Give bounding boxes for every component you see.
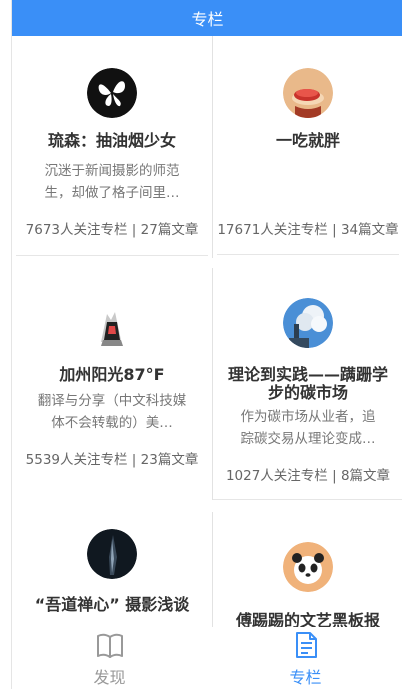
- column-title: “吾道禅心” 摄影浅谈: [34, 595, 190, 614]
- column-title: 理论到实践——蹒跚学步的碳市场: [227, 365, 388, 402]
- column-card-6[interactable]: 傅踢踢的文艺黑板报: [212, 512, 402, 630]
- stats-separator: |: [332, 222, 337, 238]
- card-divider: [217, 254, 399, 255]
- zen-icon: [87, 529, 137, 579]
- followers-count: 7673人关注专栏: [25, 222, 128, 238]
- column-description: 沉迷于新闻摄影的师范生，却做了格子间里…: [44, 163, 180, 201]
- panda-icon: [283, 542, 333, 592]
- column-title: 加州阳光87°F: [59, 365, 165, 384]
- tab-columns[interactable]: 专栏: [208, 627, 402, 689]
- food-icon: [283, 68, 333, 118]
- articles-count: 27篇文章: [140, 222, 199, 238]
- column-stats: 17671人关注专栏 | 34篇文章: [213, 218, 402, 238]
- butterfly-icon: [87, 68, 137, 118]
- column-title: 琉森：抽油烟少女: [47, 131, 176, 150]
- figure-icon: [87, 300, 137, 350]
- column-stats: 1027人关注专栏 | 8篇文章: [213, 464, 402, 484]
- column-stats: 5539人关注专栏 | 23篇文章: [12, 448, 212, 468]
- avatar: [87, 300, 137, 350]
- followers-count: 17671人关注专栏: [217, 222, 328, 238]
- factory-smoke-icon: [283, 298, 333, 348]
- tab-label: 专栏: [289, 668, 322, 687]
- avatar: [283, 298, 333, 348]
- avatar: [87, 68, 137, 118]
- avatar: [283, 542, 333, 592]
- stats-separator: |: [332, 468, 337, 484]
- card-divider: [16, 255, 208, 256]
- followers-count: 1027人关注专栏: [225, 468, 328, 484]
- header-bar: 专栏: [12, 0, 402, 36]
- column-card-3[interactable]: 加州阳光87°F 翻译与分享（中文科技媒体不会转载的）美… 5539人关注专栏 …: [12, 268, 212, 488]
- avatar: [283, 68, 333, 118]
- column-stats: 7673人关注专栏 | 27篇文章: [12, 218, 212, 238]
- card-divider: [213, 499, 402, 500]
- articles-count: 23篇文章: [140, 452, 199, 468]
- page-title: 专栏: [191, 10, 224, 29]
- tab-label: 发现: [93, 668, 126, 687]
- followers-count: 5539人关注专栏: [25, 452, 128, 468]
- app-window: 专栏 琉森：抽油烟少女 沉迷于新闻摄影的师范生，却做了格子间里… 7673人关注…: [11, 0, 402, 689]
- column-card-1[interactable]: 琉森：抽油烟少女 沉迷于新闻摄影的师范生，却做了格子间里… 7673人关注专栏 …: [12, 36, 212, 258]
- column-card-5[interactable]: “吾道禅心” 摄影浅谈: [12, 500, 212, 627]
- column-description: 作为碳市场从业者，追踪碳交易从理论变成…: [240, 409, 376, 447]
- book-icon: [96, 633, 123, 658]
- stats-separator: |: [131, 222, 137, 238]
- column-description: 翻译与分享（中文科技媒体不会转载的）美…: [37, 393, 187, 431]
- column-card-4[interactable]: 理论到实践——蹒跚学步的碳市场 作为碳市场从业者，追踪碳交易从理论变成… 102…: [212, 268, 402, 500]
- column-title: 一吃就胖: [275, 131, 340, 150]
- tab-discover[interactable]: 发现: [12, 627, 207, 689]
- articles-count: 8篇文章: [340, 468, 391, 484]
- document-icon: [295, 632, 317, 658]
- stats-separator: |: [131, 452, 137, 468]
- articles-count: 34篇文章: [340, 222, 399, 238]
- bottom-tab-bar: 发现 专栏: [12, 627, 402, 689]
- avatar: [87, 529, 137, 579]
- column-card-2[interactable]: 一吃就胖 17671人关注专栏 | 34篇文章: [212, 36, 402, 258]
